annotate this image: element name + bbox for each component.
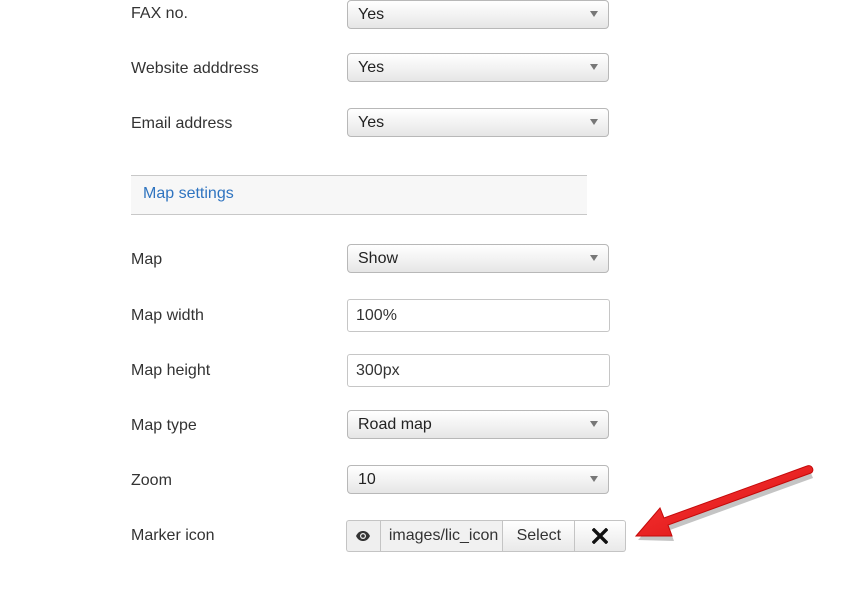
map-type-label: Map type: [131, 417, 197, 434]
map-height-input[interactable]: [347, 354, 610, 387]
eye-icon[interactable]: [346, 520, 380, 552]
clear-button[interactable]: [575, 520, 626, 552]
website-select[interactable]: Yes: [347, 53, 609, 82]
map-width-input[interactable]: [347, 299, 610, 332]
map-width-label: Map width: [131, 307, 204, 324]
close-icon: [592, 528, 609, 544]
zoom-label: Zoom: [131, 472, 172, 489]
map-settings-title[interactable]: Map settings: [143, 185, 234, 203]
email-label: Email address: [131, 115, 233, 132]
website-select-value: Yes: [358, 59, 385, 76]
marker-icon-label: Marker icon: [131, 527, 215, 544]
chevron-down-icon: [590, 119, 598, 125]
map-settings-section: Map settings: [131, 175, 587, 215]
chevron-down-icon: [590, 476, 598, 482]
select-button[interactable]: Select: [503, 520, 576, 552]
fax-select[interactable]: Yes: [347, 0, 609, 29]
annotation-arrow: [634, 465, 814, 541]
chevron-down-icon: [590, 11, 598, 17]
zoom-select[interactable]: 10: [347, 465, 609, 494]
map-select[interactable]: Show: [347, 244, 609, 273]
email-select[interactable]: Yes: [347, 108, 609, 137]
email-select-value: Yes: [358, 114, 385, 131]
zoom-select-value: 10: [358, 471, 376, 488]
marker-icon-field: images/lic_icon Select: [346, 520, 626, 552]
map-height-label: Map height: [131, 362, 211, 379]
map-type-select[interactable]: Road map: [347, 410, 609, 439]
map-select-value: Show: [358, 250, 399, 267]
marker-path-display: images/lic_icon: [379, 520, 504, 552]
map-label: Map: [131, 251, 163, 268]
chevron-down-icon: [590, 64, 598, 70]
fax-select-value: Yes: [358, 6, 385, 23]
fax-label: FAX no.: [131, 5, 188, 22]
map-type-select-value: Road map: [358, 416, 432, 433]
chevron-down-icon: [590, 421, 598, 427]
website-label: Website adddress: [131, 60, 259, 77]
chevron-down-icon: [590, 255, 598, 261]
